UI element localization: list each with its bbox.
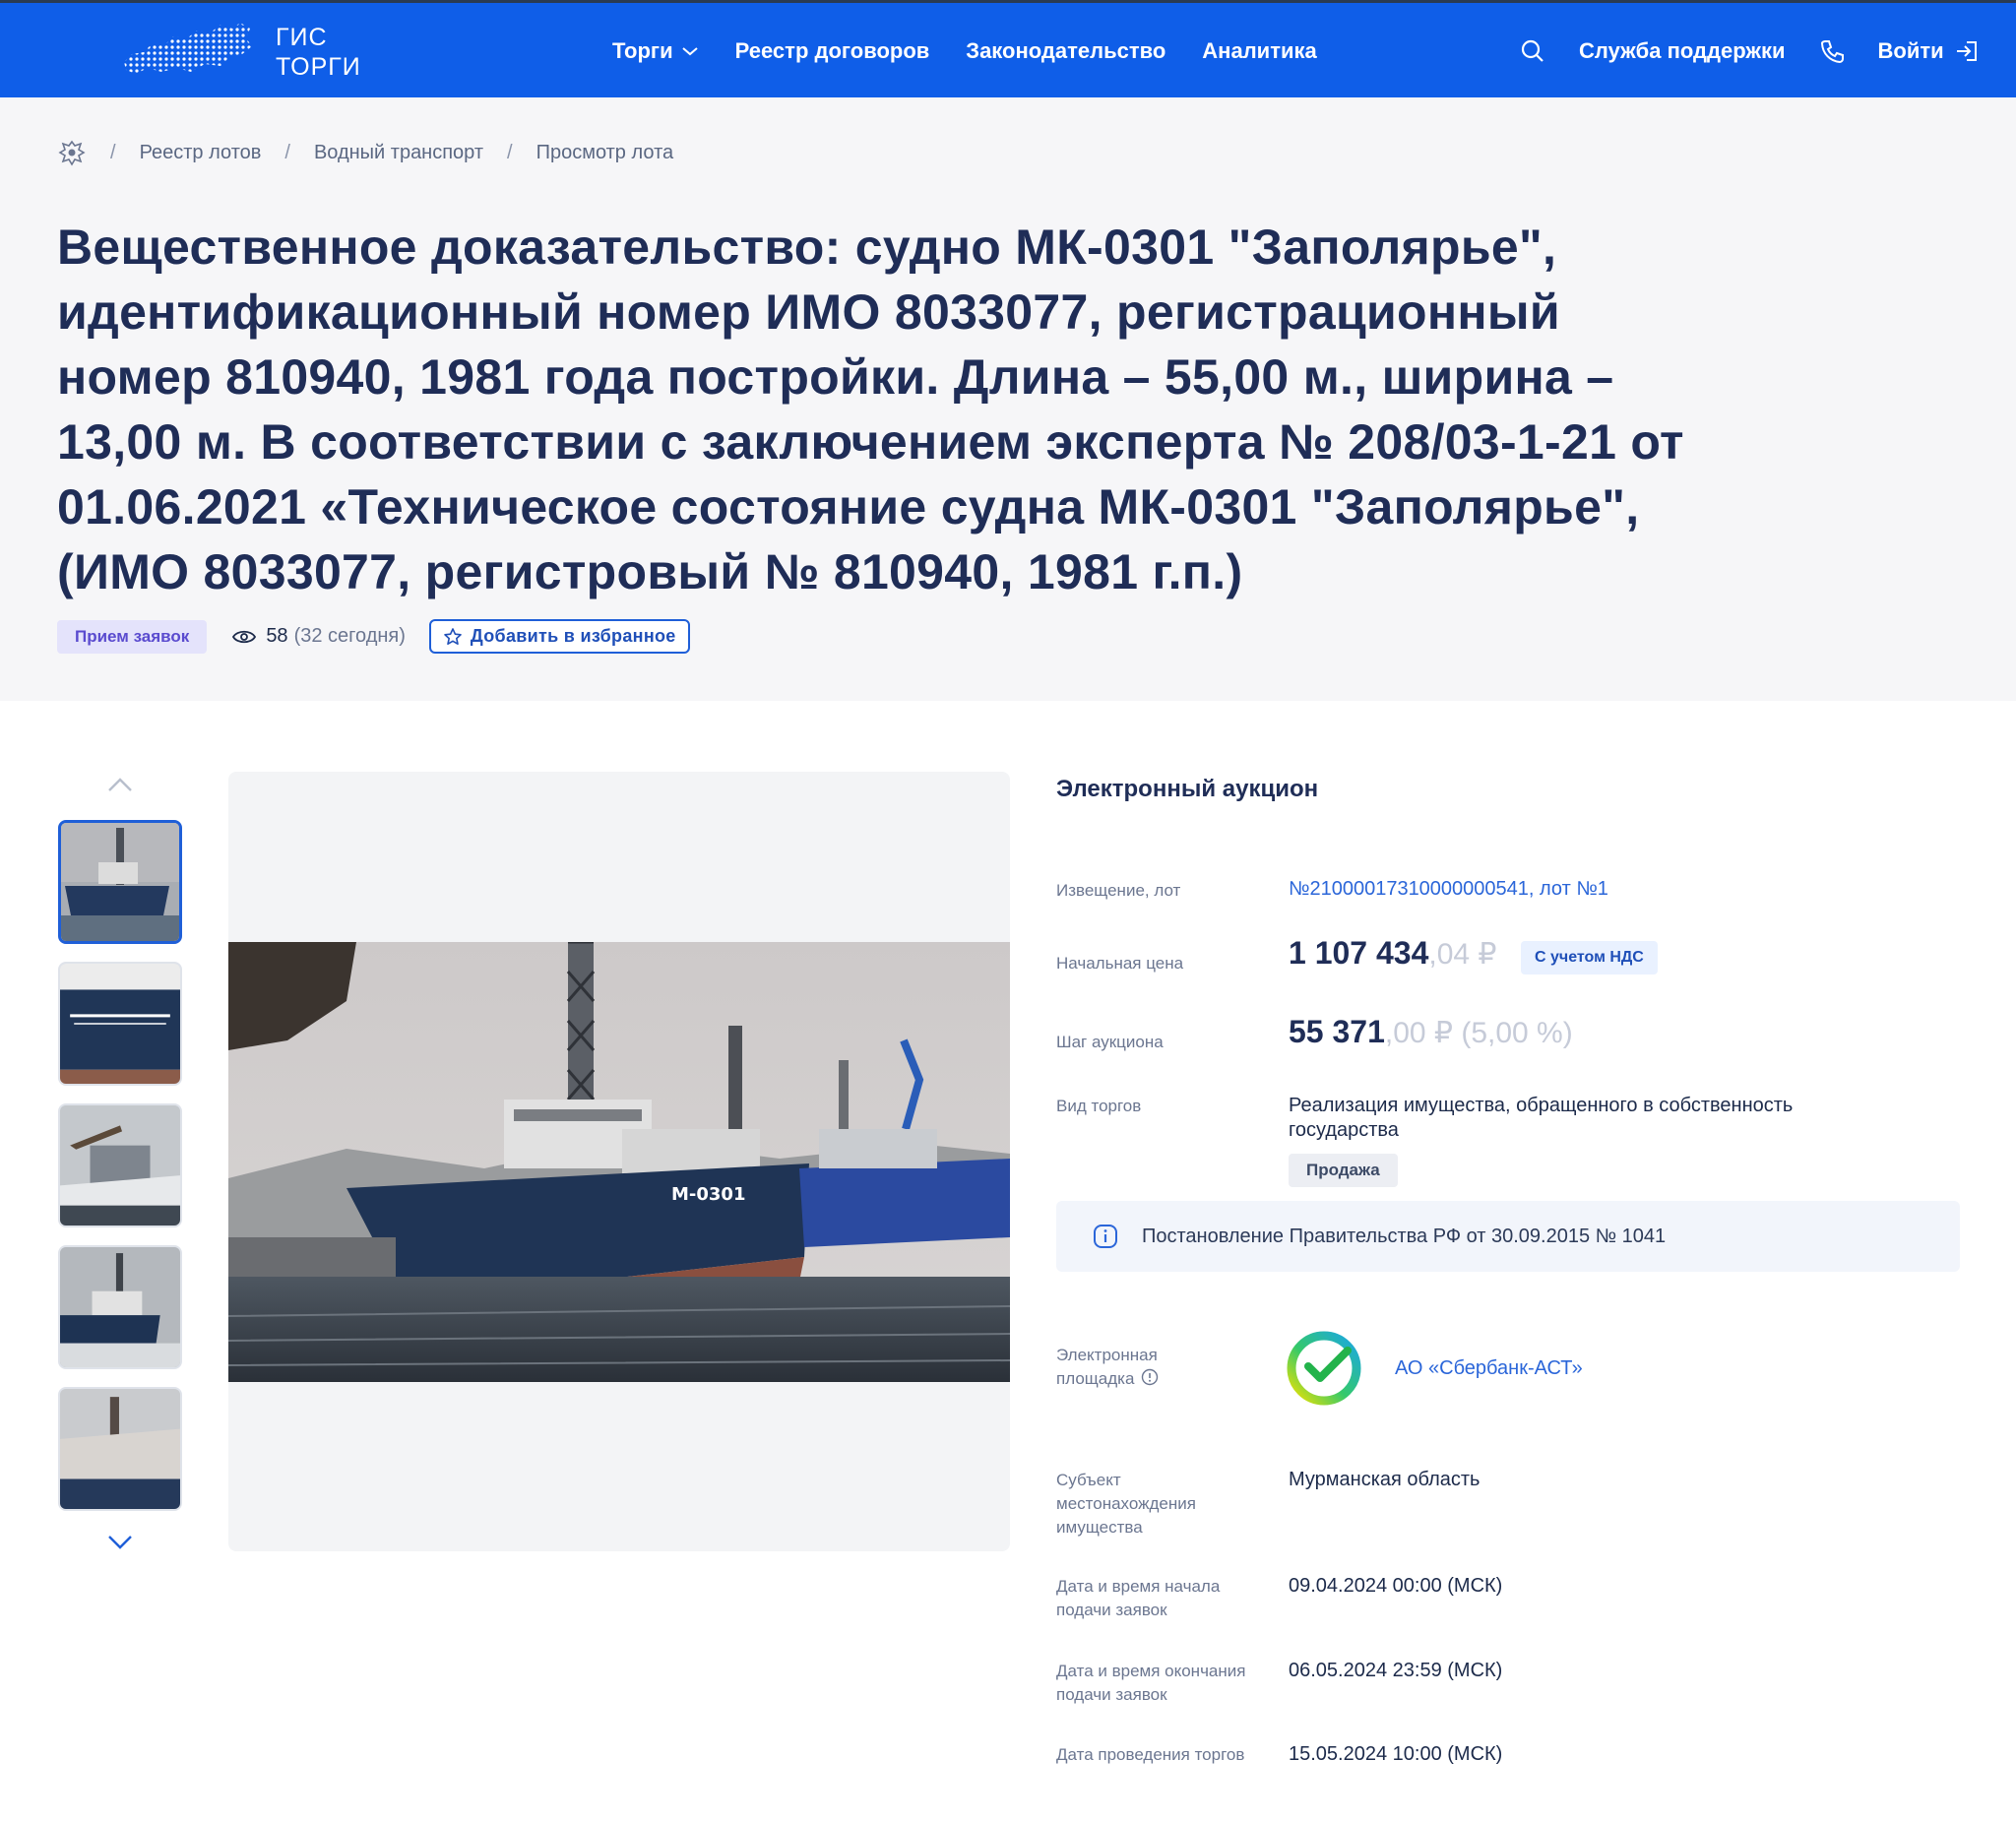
phone-icon[interactable]	[1819, 38, 1845, 64]
gallery-thumbnail-1[interactable]	[58, 820, 182, 944]
platform-label: Электронная площадка	[1056, 1344, 1273, 1391]
application-end-value: 06.05.2024 23:59 (МСК)	[1289, 1660, 1503, 1681]
gallery-thumbnail-2[interactable]	[58, 962, 182, 1086]
login-icon[interactable]	[1954, 38, 1980, 64]
trade-type-label: Вид торгов	[1056, 1097, 1142, 1115]
auction-step-value: 55 371,00 ₽ (5,00 %)	[1289, 1016, 1573, 1049]
auction-step-label: Шаг аукциона	[1056, 1033, 1164, 1051]
breadcrumb-item-current: Просмотр лота	[536, 141, 674, 163]
status-badge: Прием заявок	[57, 619, 208, 654]
notice-link[interactable]: №21000017310000000541, лот №1	[1289, 877, 1608, 902]
breadcrumb-separator: /	[110, 141, 116, 163]
breadcrumb-item-lots-registry[interactable]: Реестр лотов	[140, 142, 262, 164]
breadcrumb-separator: /	[284, 141, 290, 163]
regulation-note: Постановление Правительства РФ от 30.09.…	[1056, 1201, 1960, 1272]
breadcrumb-item-water-transport[interactable]: Водный транспорт	[314, 142, 483, 164]
auction-step-main: 55 371	[1289, 1014, 1385, 1049]
breadcrumb-separator: /	[507, 141, 513, 163]
trade-type-value: Реализация имущества, обращенного в собс…	[1289, 1095, 1794, 1141]
regulation-note-text: Постановление Правительства РФ от 30.09.…	[1142, 1225, 1667, 1247]
region-label: Субъект местонахождения имущества	[1056, 1471, 1196, 1537]
application-start-value: 09.04.2024 00:00 (МСК)	[1289, 1575, 1503, 1597]
gallery-thumbnail-5[interactable]	[58, 1387, 182, 1511]
auction-type-title: Электронный аукцион	[1056, 776, 1319, 802]
start-price-fraction: ,04 ₽	[1428, 938, 1497, 971]
platform-label-line-2: площадка	[1056, 1369, 1135, 1388]
views-counter: 58 (32 сегодня)	[232, 625, 406, 648]
sber-logo-icon[interactable]	[1285, 1329, 1363, 1408]
auction-date-label: Дата проведения торгов	[1056, 1745, 1245, 1764]
platform-link[interactable]: АО «Сбербанк-АСТ»	[1395, 1356, 1583, 1381]
page-title: Вещественное доказательство: судно МК-03…	[57, 220, 1684, 599]
main-nav: Торги Реестр договоров Законодательство …	[612, 38, 1354, 64]
start-price-value: 1 107 434,04 ₽	[1289, 937, 1497, 971]
views-today: (32 сегодня)	[293, 625, 406, 647]
nav-item-torgi[interactable]: Торги	[612, 38, 699, 64]
thumbnail-image	[61, 823, 179, 941]
gallery-thumbnail-3[interactable]	[58, 1103, 182, 1227]
star-icon	[444, 627, 462, 645]
auction-step-fraction: ,00 ₽ (5,00 %)	[1384, 1017, 1573, 1049]
notice-label: Извещение, лот	[1056, 881, 1181, 900]
gallery-thumbnail-4[interactable]	[58, 1245, 182, 1369]
map-logo-icon[interactable]	[122, 15, 260, 84]
search-icon[interactable]	[1520, 38, 1545, 64]
main-lot-photo[interactable]: M-0301	[228, 942, 1010, 1382]
nav-item-label: Аналитика	[1202, 38, 1317, 63]
application-end-label: Дата и время окончания подачи заявок	[1056, 1662, 1246, 1704]
application-start-label: Дата и время начала подачи заявок	[1056, 1577, 1221, 1619]
nav-item-label: Торги	[612, 38, 673, 63]
add-to-favorites-button[interactable]: Добавить в избранное	[428, 619, 690, 654]
nav-item-label: Реестр договоров	[734, 38, 930, 63]
logo-text[interactable]: ГИС ТОРГИ	[276, 23, 361, 82]
views-total: 58	[266, 625, 288, 647]
login-link[interactable]: Войти	[1878, 38, 1944, 64]
thumbnail-image	[60, 964, 180, 1084]
add-to-favorites-label: Добавить в избранное	[470, 626, 676, 646]
thumbnail-image	[60, 1389, 180, 1509]
nav-item-analytics[interactable]: Аналитика	[1202, 38, 1316, 64]
chevron-down-icon[interactable]	[106, 1534, 134, 1551]
nav-item-label: Законодательство	[966, 38, 1166, 63]
question-icon[interactable]	[1141, 1368, 1159, 1386]
top-navigation-bar: ГИС ТОРГИ Торги Реестр договоров Законод…	[0, 0, 2016, 97]
nav-item-contracts[interactable]: Реестр договоров	[735, 38, 930, 64]
chevron-down-icon	[681, 47, 698, 56]
sale-badge: Продажа	[1289, 1154, 1398, 1187]
logo-line-1: ГИС	[276, 24, 328, 51]
info-icon	[1094, 1225, 1117, 1248]
start-price-main: 1 107 434	[1289, 935, 1429, 971]
support-link[interactable]: Служба поддержки	[1579, 38, 1786, 64]
lot-meta-row: Прием заявок 58 (32 сегодня) Добавить в …	[57, 619, 690, 654]
thumbnail-image	[60, 1247, 180, 1367]
breadcrumb: / Реестр лотов / Водный транспорт / Прос…	[57, 138, 673, 167]
header-actions: Служба поддержки Войти	[1520, 38, 1980, 64]
vat-badge: С учетом НДС	[1521, 941, 1658, 974]
nav-item-legislation[interactable]: Законодательство	[966, 38, 1166, 64]
eye-icon	[232, 630, 257, 643]
region-value: Мурманская область	[1289, 1469, 1480, 1490]
start-price-label: Начальная цена	[1056, 954, 1184, 973]
chevron-up-icon[interactable]	[106, 776, 134, 793]
thumbnail-image	[60, 1105, 180, 1226]
auction-date-value: 15.05.2024 10:00 (МСК)	[1289, 1743, 1503, 1765]
logo-line-2: ТОРГИ	[276, 53, 361, 81]
emblem-icon[interactable]	[57, 138, 87, 167]
svg-text:M-0301: M-0301	[671, 1184, 745, 1205]
platform-label-line-1: Электронная	[1056, 1346, 1158, 1364]
